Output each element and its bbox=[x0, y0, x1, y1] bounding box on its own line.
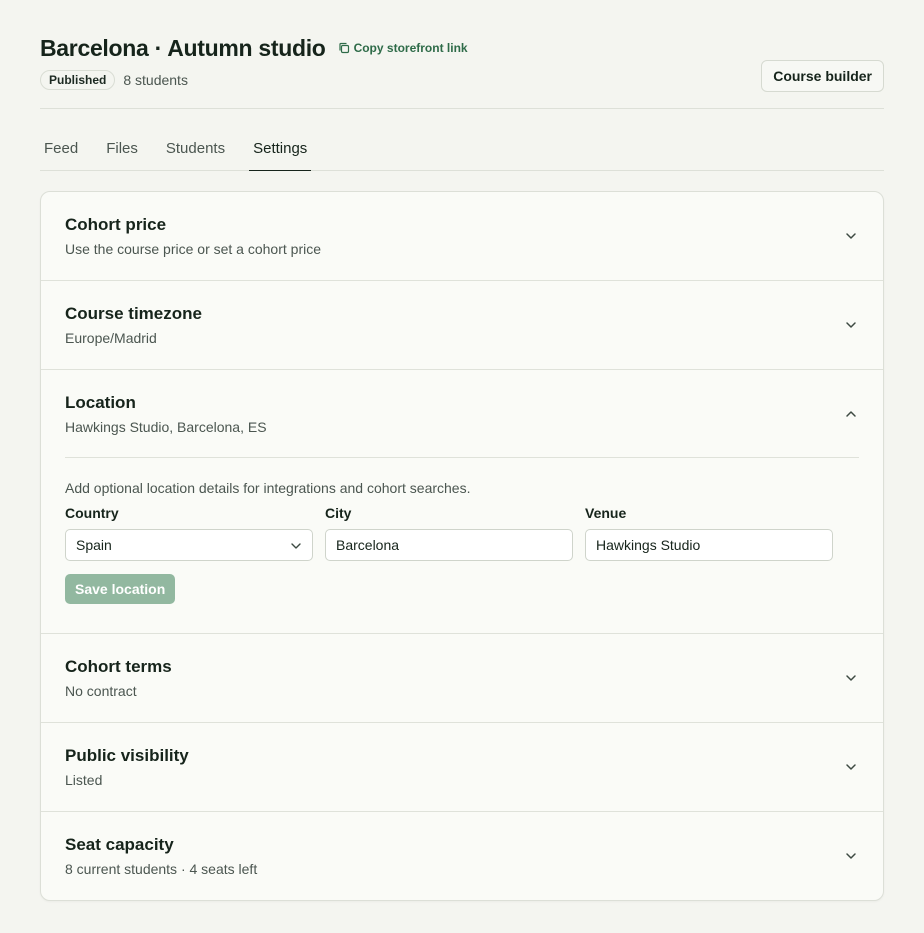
status-badge: Published bbox=[40, 70, 116, 90]
chevron-down-icon[interactable] bbox=[845, 672, 857, 684]
chevron-down-icon[interactable] bbox=[845, 230, 857, 242]
chevron-down-icon[interactable] bbox=[845, 319, 857, 331]
section-subtitle: Use the course price or set a cohort pri… bbox=[65, 241, 322, 257]
section-title: Location bbox=[65, 393, 136, 412]
section-course-timezone[interactable]: Course timezone Europe/Madrid bbox=[41, 281, 883, 370]
country-label: Country bbox=[65, 505, 119, 521]
section-divider bbox=[65, 457, 859, 458]
venue-input[interactable]: Hawkings Studio bbox=[585, 529, 833, 561]
chevron-up-icon[interactable] bbox=[845, 408, 857, 420]
tab-files[interactable]: Files bbox=[102, 131, 142, 171]
students-count: 8 students bbox=[123, 72, 188, 88]
page-header: Barcelona · Autumn studio Copy storefron… bbox=[40, 34, 884, 92]
copy-icon bbox=[338, 42, 349, 54]
venue-field: Venue Hawkings Studio bbox=[585, 503, 833, 561]
section-cohort-price[interactable]: Cohort price Use the course price or set… bbox=[41, 192, 883, 281]
page-title: Barcelona · Autumn studio bbox=[40, 34, 326, 61]
chevron-down-icon bbox=[291, 543, 301, 549]
course-builder-button[interactable]: Course builder bbox=[761, 60, 884, 92]
section-location: Location Hawkings Studio, Barcelona, ES … bbox=[41, 370, 883, 634]
city-field: City Barcelona bbox=[325, 503, 573, 561]
city-label: City bbox=[325, 505, 352, 521]
section-subtitle: 8 current students · 4 seats left bbox=[65, 861, 258, 877]
copy-link-label: Copy storefront link bbox=[353, 41, 468, 55]
chevron-down-icon[interactable] bbox=[845, 850, 857, 862]
country-select[interactable]: Spain bbox=[65, 529, 313, 561]
section-title: Cohort price bbox=[65, 215, 167, 234]
section-subtitle: Europe/Madrid bbox=[65, 330, 157, 346]
section-subtitle: Listed bbox=[65, 772, 103, 788]
section-seat-capacity[interactable]: Seat capacity 8 current students · 4 sea… bbox=[41, 812, 883, 900]
tab-settings[interactable]: Settings bbox=[249, 131, 312, 171]
chevron-down-icon[interactable] bbox=[845, 761, 857, 773]
settings-card: Cohort price Use the course price or set… bbox=[40, 191, 884, 901]
section-cohort-terms[interactable]: Cohort terms No contract bbox=[41, 634, 883, 723]
section-title: Public visibility bbox=[65, 746, 189, 765]
city-input[interactable]: Barcelona bbox=[325, 529, 573, 561]
location-description: Add optional location details for integr… bbox=[65, 480, 471, 496]
country-field: Country Spain bbox=[65, 503, 313, 561]
tab-feed[interactable]: Feed bbox=[40, 131, 82, 171]
tab-bar: Feed Files Students Settings bbox=[40, 131, 884, 171]
section-public-visibility[interactable]: Public visibility Listed bbox=[41, 723, 883, 812]
section-title: Cohort terms bbox=[65, 657, 172, 676]
header-divider bbox=[40, 108, 884, 109]
tab-students[interactable]: Students bbox=[162, 131, 229, 171]
copy-storefront-link[interactable]: Copy storefront link bbox=[338, 41, 468, 55]
location-fields: Country Spain City Barcelona Venue Hawki… bbox=[65, 503, 859, 561]
section-subtitle: No contract bbox=[65, 683, 137, 699]
venue-label: Venue bbox=[585, 505, 627, 521]
section-title: Course timezone bbox=[65, 304, 202, 323]
section-title: Seat capacity bbox=[65, 835, 174, 854]
section-subtitle: Hawkings Studio, Barcelona, ES bbox=[65, 419, 267, 435]
save-location-button[interactable]: Save location bbox=[65, 574, 176, 604]
country-value: Spain bbox=[76, 537, 112, 553]
